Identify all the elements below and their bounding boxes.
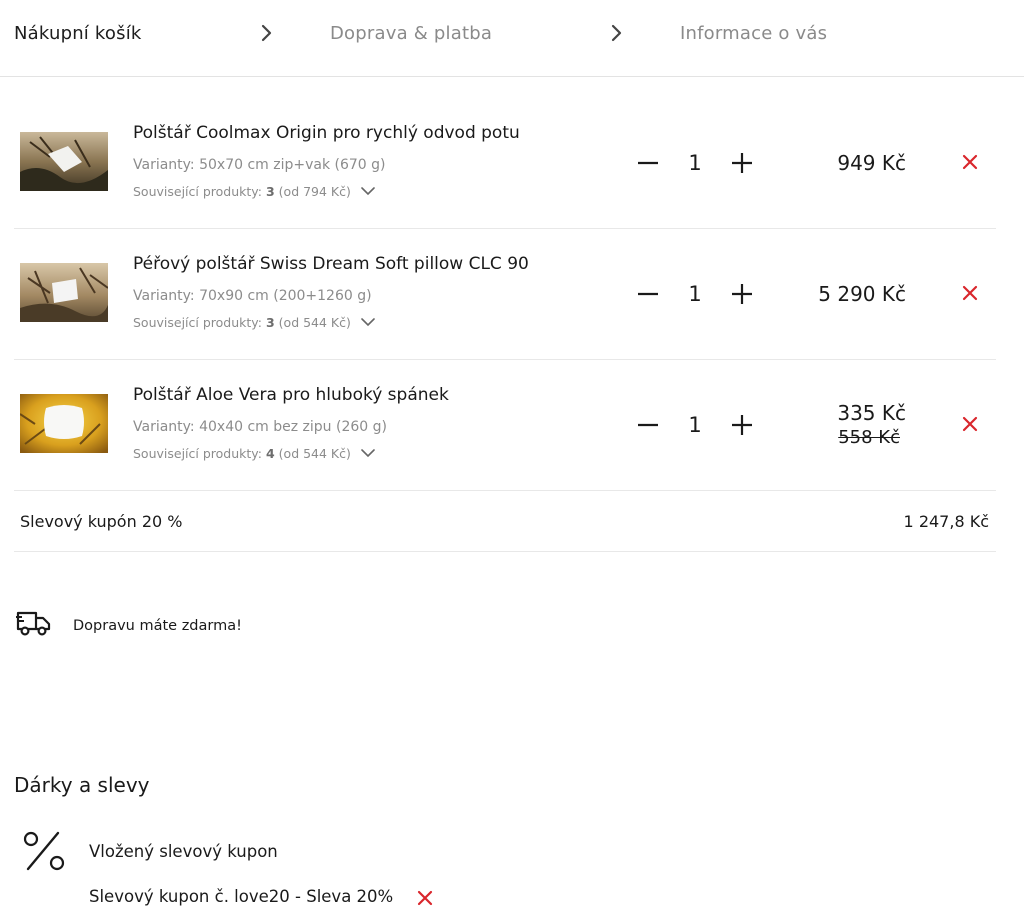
quantity-value[interactable]: 1 [685,150,705,176]
product-variant: Varianty: 50x70 cm zip+vak (670 g) [133,157,386,173]
remove-coupon-button[interactable] [417,890,433,906]
related-products-toggle[interactable]: Související produkty: 3 (od 794 Kč) [133,184,375,200]
related-price-from: (od 794 Kč) [278,184,351,199]
decrease-quantity-button[interactable] [636,282,660,306]
delivery-truck-icon [16,608,52,638]
cart-item: Polštář Aloe Vera pro hluboký spánek Var… [14,360,996,491]
related-price-from: (od 544 Kč) [278,446,351,461]
related-count: 3 [265,184,275,199]
coupon-discount-amount: 1 247,8 Kč [903,512,989,531]
product-image[interactable] [20,394,108,453]
step-shipping-payment[interactable]: Doprava & platba [330,22,492,46]
increase-quantity-button[interactable] [730,282,754,306]
quantity-value[interactable]: 1 [685,412,705,438]
product-name[interactable]: Polštář Coolmax Origin pro rychlý odvod … [133,122,520,144]
related-count: 3 [265,315,275,330]
chevron-down-icon [361,184,375,200]
chevron-down-icon [361,446,375,462]
increase-quantity-button[interactable] [730,151,754,175]
remove-item-button[interactable] [962,285,978,301]
coupon-discount-label: Slevový kupón 20 % [20,512,183,531]
related-count: 4 [265,446,275,461]
decrease-quantity-button[interactable] [636,413,660,437]
checkout-steps: Nákupní košík Doprava & platba Informace… [0,0,1024,77]
item-price: 335 Kč [837,401,906,425]
item-old-price: 558 Kč [838,427,900,448]
chevron-right-icon [610,23,624,43]
gifts-discounts-heading: Dárky a slevy [14,773,150,797]
item-price: 949 Kč [837,151,906,175]
quantity-value[interactable]: 1 [685,281,705,307]
related-products-toggle[interactable]: Související produkty: 3 (od 544 Kč) [133,315,375,331]
step-cart[interactable]: Nákupní košík [14,22,142,46]
coupon-discount-row: Slevový kupón 20 % 1 247,8 Kč [14,492,996,552]
cart-item: Péřový polštář Swiss Dream Soft pillow C… [14,229,996,360]
percent-icon [22,830,66,874]
related-price-from: (od 544 Kč) [278,315,351,330]
decrease-quantity-button[interactable] [636,151,660,175]
related-label: Související produkty: [133,315,262,330]
remove-item-button[interactable] [962,416,978,432]
related-label: Související produkty: [133,446,262,461]
product-variant: Varianty: 70x90 cm (200+1260 g) [133,288,372,304]
applied-coupon-code: Slevový kupon č. love20 - Sleva 20% [89,887,394,906]
increase-quantity-button[interactable] [730,413,754,437]
applied-coupon-label: Vložený slevový kupon [89,842,278,861]
product-name[interactable]: Péřový polštář Swiss Dream Soft pillow C… [133,253,529,275]
related-label: Související produkty: [133,184,262,199]
chevron-right-icon [260,23,274,43]
product-image[interactable] [20,132,108,191]
free-shipping-message: Dopravu máte zdarma! [73,618,242,634]
chevron-down-icon [361,315,375,331]
cart-item: Polštář Coolmax Origin pro rychlý odvod … [14,98,996,229]
item-price: 5 290 Kč [818,282,906,306]
step-customer-info[interactable]: Informace o vás [680,22,827,46]
remove-item-button[interactable] [962,154,978,170]
related-products-toggle[interactable]: Související produkty: 4 (od 544 Kč) [133,446,375,462]
product-name[interactable]: Polštář Aloe Vera pro hluboký spánek [133,384,449,406]
product-variant: Varianty: 40x40 cm bez zipu (260 g) [133,419,387,435]
product-image[interactable] [20,263,108,322]
